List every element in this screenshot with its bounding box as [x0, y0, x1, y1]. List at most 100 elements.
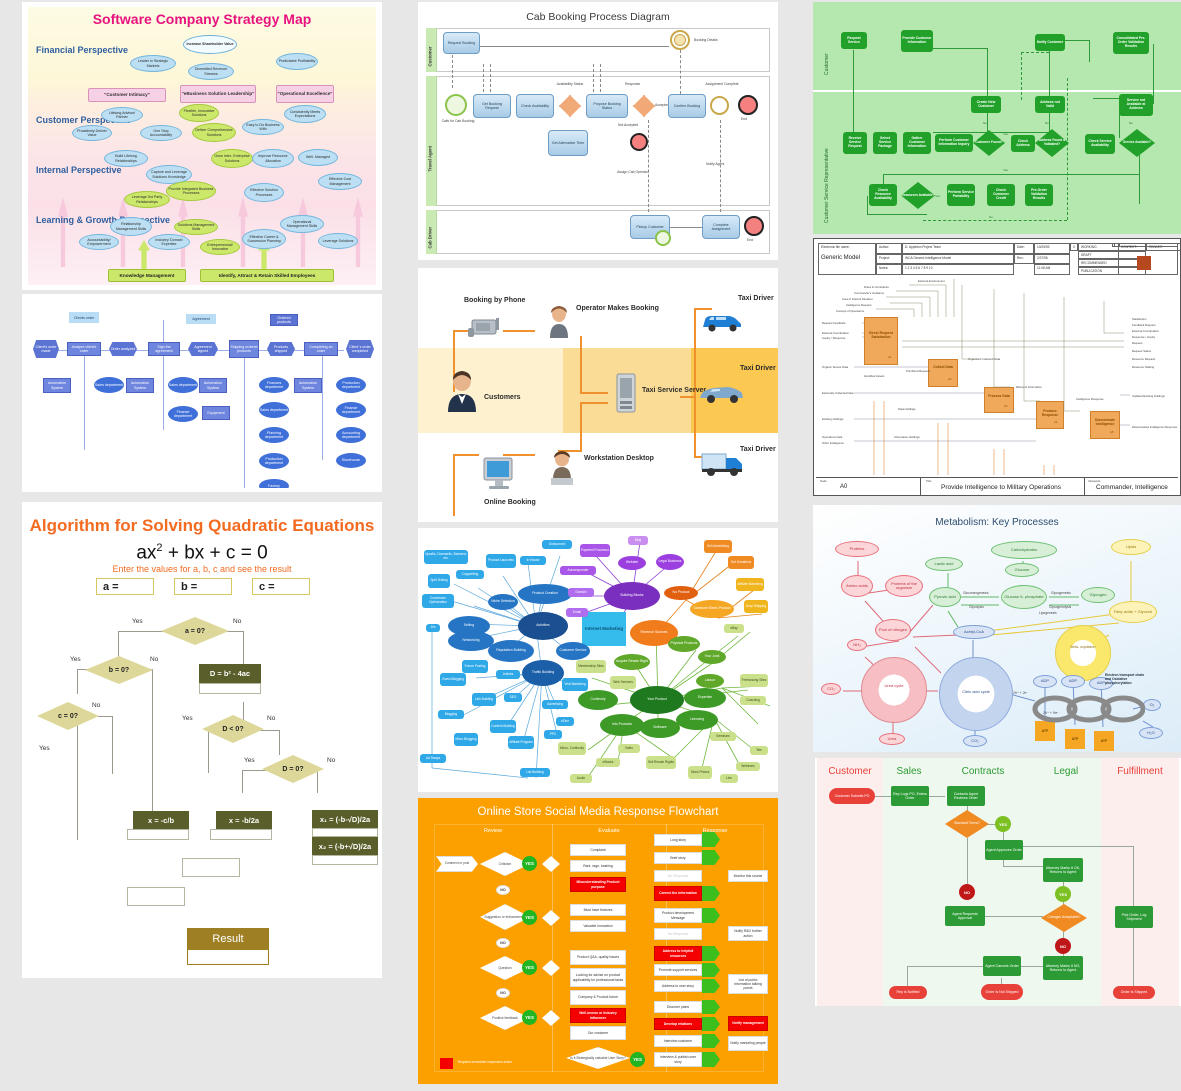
node-provide-integrated-processes[interactable]: Provide Integrated Business Processes	[166, 181, 216, 201]
eval-complaint[interactable]: Complaint	[570, 844, 626, 856]
met-beta-oxidation-ring[interactable]	[1055, 625, 1111, 681]
cs-provide-customer-info[interactable]: Provide Customer Information	[901, 30, 933, 52]
cs-decision-customer-found[interactable]: Customer Found?	[973, 130, 1005, 156]
resp-promote-support[interactable]: Promote support services	[654, 964, 702, 976]
node-blog[interactable]: Blog	[628, 536, 648, 545]
theme-operational-excellence[interactable]: "Operational Excellence"	[276, 85, 334, 103]
no-suggestion[interactable]: NO	[496, 938, 510, 948]
met-atp-3[interactable]: ATP	[1094, 731, 1114, 751]
met-pyruvic-acid[interactable]: Pyruvic acid	[929, 587, 961, 607]
input-a[interactable]: a =	[96, 578, 154, 595]
start-comment-or-post[interactable]: Comment or post	[436, 856, 478, 872]
eval-rant[interactable]: Rant, rage, bashing	[570, 860, 626, 872]
met-glucose-6-phosphate[interactable]: Glucose 6- phosphate	[1001, 585, 1047, 609]
met-atp-2[interactable]: ATP	[1065, 729, 1085, 749]
eval-valuable-innovation[interactable]: Valuable innovation	[570, 920, 626, 932]
event-assignment-complete[interactable]	[710, 96, 729, 115]
stage-order-analyzed[interactable]: Order analyzed	[109, 342, 137, 356]
hub-activities[interactable]: Activities	[518, 612, 568, 640]
enabler-knowledge-management[interactable]: Knowledge Management	[108, 269, 186, 282]
empty-box-2[interactable]	[127, 887, 185, 906]
outcome-notify-management[interactable]: Notify management	[728, 1016, 768, 1031]
node-live[interactable]: Live	[720, 774, 738, 783]
node-jvs[interactable]: JVs	[426, 624, 440, 632]
decision-c-eq-0[interactable]: c = 0?	[37, 702, 99, 730]
eval-must-have-features[interactable]: Must have features	[570, 904, 626, 916]
resp-interview-customer[interactable]: Interview customer	[654, 1035, 702, 1047]
node-relationship-mgmt-skills[interactable]: Relationship Management Skills	[110, 217, 152, 236]
node-entrepreneurial-innovative[interactable]: Entrepreneurial/ Innovative	[200, 239, 240, 255]
node-blogging[interactable]: Blogging	[438, 710, 464, 719]
met-h2o[interactable]: H₂O	[1139, 727, 1163, 739]
node-leader-strategic-markets[interactable]: Leader in Strategic Markets	[130, 55, 176, 72]
resp-develop-relations[interactable]: Develop relations	[654, 1018, 702, 1030]
node-website[interactable]: Website	[618, 556, 646, 570]
hub-expertise[interactable]: Expertise	[684, 688, 726, 708]
eval-company-future[interactable]: Company & Product future	[570, 990, 626, 1005]
eval-advice[interactable]: Looking for advise on product applicabil…	[570, 968, 626, 987]
node-build-lifelong-relationships[interactable]: Build Lifelong Relationships	[104, 150, 148, 167]
node-one-stop-accountability[interactable]: One Stop Accountability	[140, 125, 182, 141]
node-webinars[interactable]: Webinars	[736, 762, 760, 771]
node-seminars[interactable]: Seminars	[710, 732, 736, 741]
node-legal-business[interactable]: Legal Business	[656, 554, 684, 570]
yes-standard-terms[interactable]: YES	[995, 816, 1011, 832]
node-autoresponder[interactable]: Autoresponder	[560, 566, 596, 575]
yes-attorney[interactable]: YES	[1055, 886, 1071, 902]
eval-misunderstanding[interactable]: Misunderstanding Product purpose	[570, 877, 626, 892]
cs-select-package[interactable]: Select Service Package	[873, 132, 897, 154]
outcome-list-public-info[interactable]: List of public information talking point…	[728, 974, 768, 994]
stage-order-completed[interactable]: Client`s order completed	[346, 340, 374, 358]
node-industry-domain-expertise[interactable]: Industry/ Domain Expertise	[148, 234, 190, 250]
resp-long-story[interactable]: Long story	[654, 834, 702, 846]
system-automation-4[interactable]: Automation System	[294, 378, 322, 393]
result-x2-value[interactable]	[312, 855, 378, 865]
resp-interview-publish[interactable]: Interview & publish user story	[654, 1052, 702, 1067]
node-conversion-optimization[interactable]: Conversion Optimization	[422, 594, 454, 608]
node-attorney-no[interactable]: Attorney Marks It NO, Returns to Agent	[1043, 956, 1083, 980]
event-end-travel-agent[interactable]	[738, 95, 758, 115]
dept-finance-2[interactable]: Finance department	[336, 402, 366, 418]
node-outsourced[interactable]: Outsourced	[542, 540, 572, 549]
node-customer-submits-po[interactable]: Customer Submits PO	[829, 788, 875, 804]
hub-software[interactable]: Software	[640, 718, 680, 738]
flag-ordered-products[interactable]: Ordered products	[270, 314, 298, 326]
task-get-booking-request[interactable]: Get Booking Request	[473, 94, 511, 118]
node-predictable-profitability[interactable]: Predictable Profitability	[276, 53, 318, 70]
event-end-not-accepted[interactable]	[630, 133, 648, 151]
cs-decision-address-found[interactable]: Address Found & Validated?	[1035, 129, 1069, 157]
system-equipment[interactable]: Equipment	[202, 406, 230, 420]
no-changes[interactable]: NO	[1055, 938, 1071, 954]
task-get-alternative-time[interactable]: Get Alternative Time	[548, 130, 588, 156]
node-agent-cancels[interactable]: Agent Cancels Order	[983, 956, 1021, 976]
node-sell-resale-rights[interactable]: Sell Resale Rights	[646, 756, 676, 769]
result-x1-value[interactable]	[312, 828, 378, 837]
outcome-notify-rd[interactable]: Notify R&D further action	[728, 926, 768, 941]
hub-your-product[interactable]: Your Product	[630, 686, 684, 714]
node-accountability-empowerment[interactable]: Accountability/ Empowerment	[79, 234, 119, 250]
result-x-b-2a-value[interactable]	[210, 829, 272, 840]
panel-order-process-tree[interactable]: Clients order Agreement Ordered products…	[22, 294, 382, 492]
yes-positive[interactable]: YES	[522, 1010, 537, 1025]
node-ebooks[interactable]: eBooks	[596, 758, 620, 767]
node-effective-career-planning[interactable]: Effective Career & Succession Planning	[242, 229, 286, 249]
task-propose-booking-status[interactable]: Propose Booking Status	[586, 94, 628, 118]
yes-question[interactable]: YES	[522, 960, 537, 975]
dept-accounting[interactable]: Accounting department	[336, 427, 366, 443]
resp-address-helpful[interactable]: Address to helpfull resources	[654, 946, 702, 961]
node-solutions-mgmt-skills[interactable]: Solutions Management Skills	[174, 219, 218, 235]
node-ad-swaps[interactable]: Ad Swaps	[420, 754, 446, 763]
node-advertising[interactable]: Advertising	[542, 700, 568, 709]
met-urea-cycle-ring[interactable]	[861, 657, 927, 723]
enabler-skilled-employees[interactable]: Identify, Attract & Retain Skilled Emplo…	[200, 269, 334, 282]
met-o2[interactable]: O₂	[1143, 699, 1161, 711]
node-micro-continuity[interactable]: Micro- Continuity	[558, 742, 586, 755]
cs-decision-resources-available[interactable]: Resources Available?	[901, 182, 935, 209]
met-pool-nitrogen[interactable]: Pool of nitrogen	[875, 619, 911, 641]
node-rep-logs-po[interactable]: Rep Logs PO, Enters Order	[891, 786, 929, 806]
cs-gather-info[interactable]: Gather Customer Information	[903, 132, 931, 154]
input-c[interactable]: c =	[252, 578, 310, 595]
node-agent-requests-approval[interactable]: Agent Requests Approval	[945, 906, 985, 926]
decision-d-lt-0[interactable]: D < 0?	[202, 715, 264, 743]
terminator-order-not-shipped[interactable]: Order Is Not Shipped	[981, 984, 1023, 1000]
